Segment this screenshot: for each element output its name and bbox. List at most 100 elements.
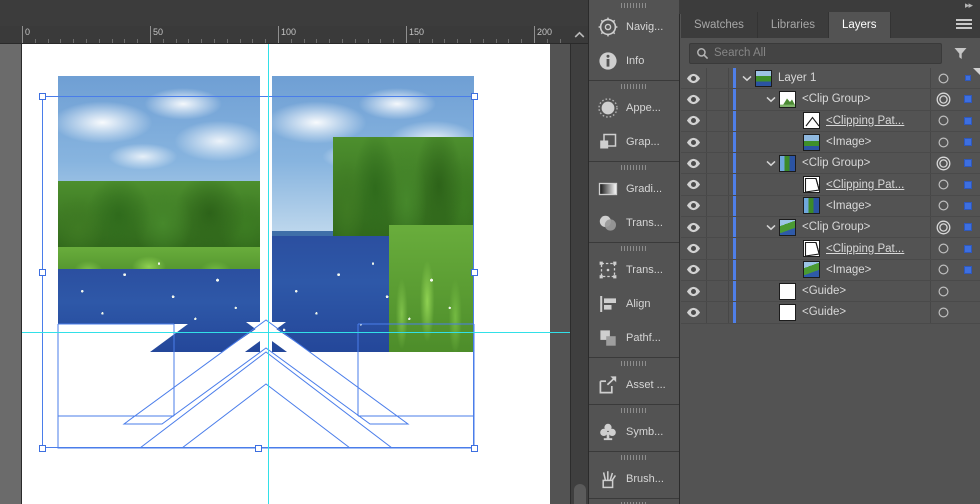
chevron-down-icon[interactable] [763,96,779,103]
dock-group-grip[interactable] [589,405,679,415]
layer-row[interactable]: <Clipping Pat... [681,238,980,260]
layer-name-label[interactable]: <Guide> [802,285,846,297]
target-indicator[interactable] [930,174,956,195]
selection-bounding-box[interactable] [42,96,474,448]
dock-item-info[interactable]: Info [589,44,679,78]
eye-icon[interactable] [681,302,707,323]
layer-main-cell[interactable]: <Clipping Pat... [739,238,930,258]
dock-item-navigator[interactable]: Navig... [589,10,679,44]
lock-toggle-cell[interactable] [707,259,729,280]
vertical-ruler[interactable] [0,44,22,504]
eye-icon[interactable] [681,131,707,153]
tab-swatches[interactable]: Swatches [681,12,758,38]
layer-row[interactable]: <Image> [681,259,980,281]
dock-item-align[interactable]: Align [589,287,679,321]
filter-funnel-icon[interactable] [948,42,972,64]
lock-toggle-cell[interactable] [707,302,729,323]
layer-main-cell[interactable]: <Clip Group> [739,89,930,109]
dock-item-brushes[interactable]: Brush... [589,462,679,496]
lock-toggle-cell[interactable] [707,280,729,302]
dock-item-symbols[interactable]: Symb... [589,415,679,449]
layer-name-label[interactable]: <Clip Group> [802,93,870,105]
layer-name-label[interactable]: Layer 1 [778,72,816,84]
tab-layers[interactable]: Layers [828,12,891,38]
dock-group-grip[interactable] [589,358,679,368]
guide-horizontal[interactable] [22,332,570,333]
selection-indicator[interactable] [956,238,980,258]
layer-row[interactable]: <Image> [681,131,980,154]
target-indicator[interactable] [930,238,956,259]
tab-libraries[interactable]: Libraries [757,12,829,38]
dock-item-appearance[interactable]: Appe... [589,91,679,125]
selection-indicator[interactable] [956,111,980,131]
selection-handle-br[interactable] [471,445,478,452]
target-indicator[interactable] [930,110,956,131]
layer-row[interactable]: <Clipping Pat... [681,174,980,196]
selection-handle-tl[interactable] [39,93,46,100]
layer-main-cell[interactable]: <Clipping Pat... [739,111,930,131]
eye-icon[interactable] [681,217,707,238]
eye-icon[interactable] [681,280,707,302]
lock-toggle-cell[interactable] [707,68,729,89]
chevron-down-icon[interactable] [739,75,755,82]
layer-main-cell[interactable]: Layer 1 [739,68,930,88]
dock-group-grip[interactable] [589,162,679,172]
dock-item-transform[interactable]: Trans... [589,253,679,287]
dock-group-grip[interactable] [589,81,679,91]
layer-main-cell[interactable]: <Image> [739,132,930,152]
guide-vertical[interactable] [268,44,269,504]
document-vertical-scrollbar[interactable] [570,44,588,504]
eye-icon[interactable] [681,259,707,280]
lock-toggle-cell[interactable] [707,153,729,174]
selection-indicator[interactable] [956,302,980,322]
lock-toggle-cell[interactable] [707,195,729,217]
layer-name-label[interactable]: <Clipping Pat... [826,115,904,127]
dock-group-grip[interactable] [589,0,679,10]
dock-item-pathfinder[interactable]: Pathf... [589,321,679,355]
target-indicator-active[interactable] [930,153,956,174]
layer-name-label[interactable]: <Clipping Pat... [826,243,904,255]
selection-handle-tr[interactable] [471,93,478,100]
hamburger-menu-icon[interactable] [956,17,972,31]
dock-item-gradient[interactable]: Gradi... [589,172,679,206]
selection-handle-mr[interactable] [471,269,478,276]
layer-row[interactable]: <Clip Group> [681,153,980,175]
eye-icon[interactable] [681,153,707,174]
layer-main-cell[interactable]: <Guide> [739,281,930,301]
eye-icon[interactable] [681,89,707,110]
layer-name-label[interactable]: <Image> [826,136,871,148]
lock-toggle-cell[interactable] [707,131,729,153]
dock-group-grip[interactable] [589,243,679,253]
chevron-up-icon[interactable] [570,26,588,44]
selection-indicator[interactable] [956,174,980,194]
selection-indicator[interactable] [956,281,980,301]
layer-row[interactable]: Layer 1 [681,68,980,90]
dock-item-graphic-styles[interactable]: Grap... [589,125,679,159]
lock-toggle-cell[interactable] [707,174,729,195]
layer-main-cell[interactable]: <Guide> [739,302,930,322]
layer-list[interactable]: Layer 1 <Clip Group> <Clipping Pat... <Imag… [681,68,980,504]
layer-main-cell[interactable]: <Clipping Pat... [739,174,930,194]
layer-row[interactable]: <Guide> [681,302,980,324]
dock-item-asset-export[interactable]: Asset ... [589,368,679,402]
selection-indicator[interactable] [956,153,980,173]
layer-row[interactable]: <Image> [681,195,980,218]
layer-name-label[interactable]: <Clipping Pat... [826,179,904,191]
dock-group-grip[interactable] [589,499,679,504]
dock-group-grip[interactable] [589,452,679,462]
chevron-down-icon[interactable] [763,224,779,231]
layer-name-label[interactable]: <Guide> [802,306,846,318]
scrollbar-thumb[interactable] [574,484,586,504]
eye-icon[interactable] [681,110,707,131]
layer-row[interactable]: <Clipping Pat... [681,110,980,132]
target-indicator[interactable] [930,259,956,280]
selection-handle-ml[interactable] [39,269,46,276]
target-indicator-active[interactable] [930,217,956,238]
selection-indicator[interactable] [956,217,980,237]
dock-item-transparency[interactable]: Trans... [589,206,679,240]
target-indicator[interactable] [930,195,956,217]
layer-main-cell[interactable]: <Image> [739,196,930,216]
search-field[interactable] [689,42,942,64]
target-indicator[interactable] [930,68,956,89]
selection-handle-bl[interactable] [39,445,46,452]
